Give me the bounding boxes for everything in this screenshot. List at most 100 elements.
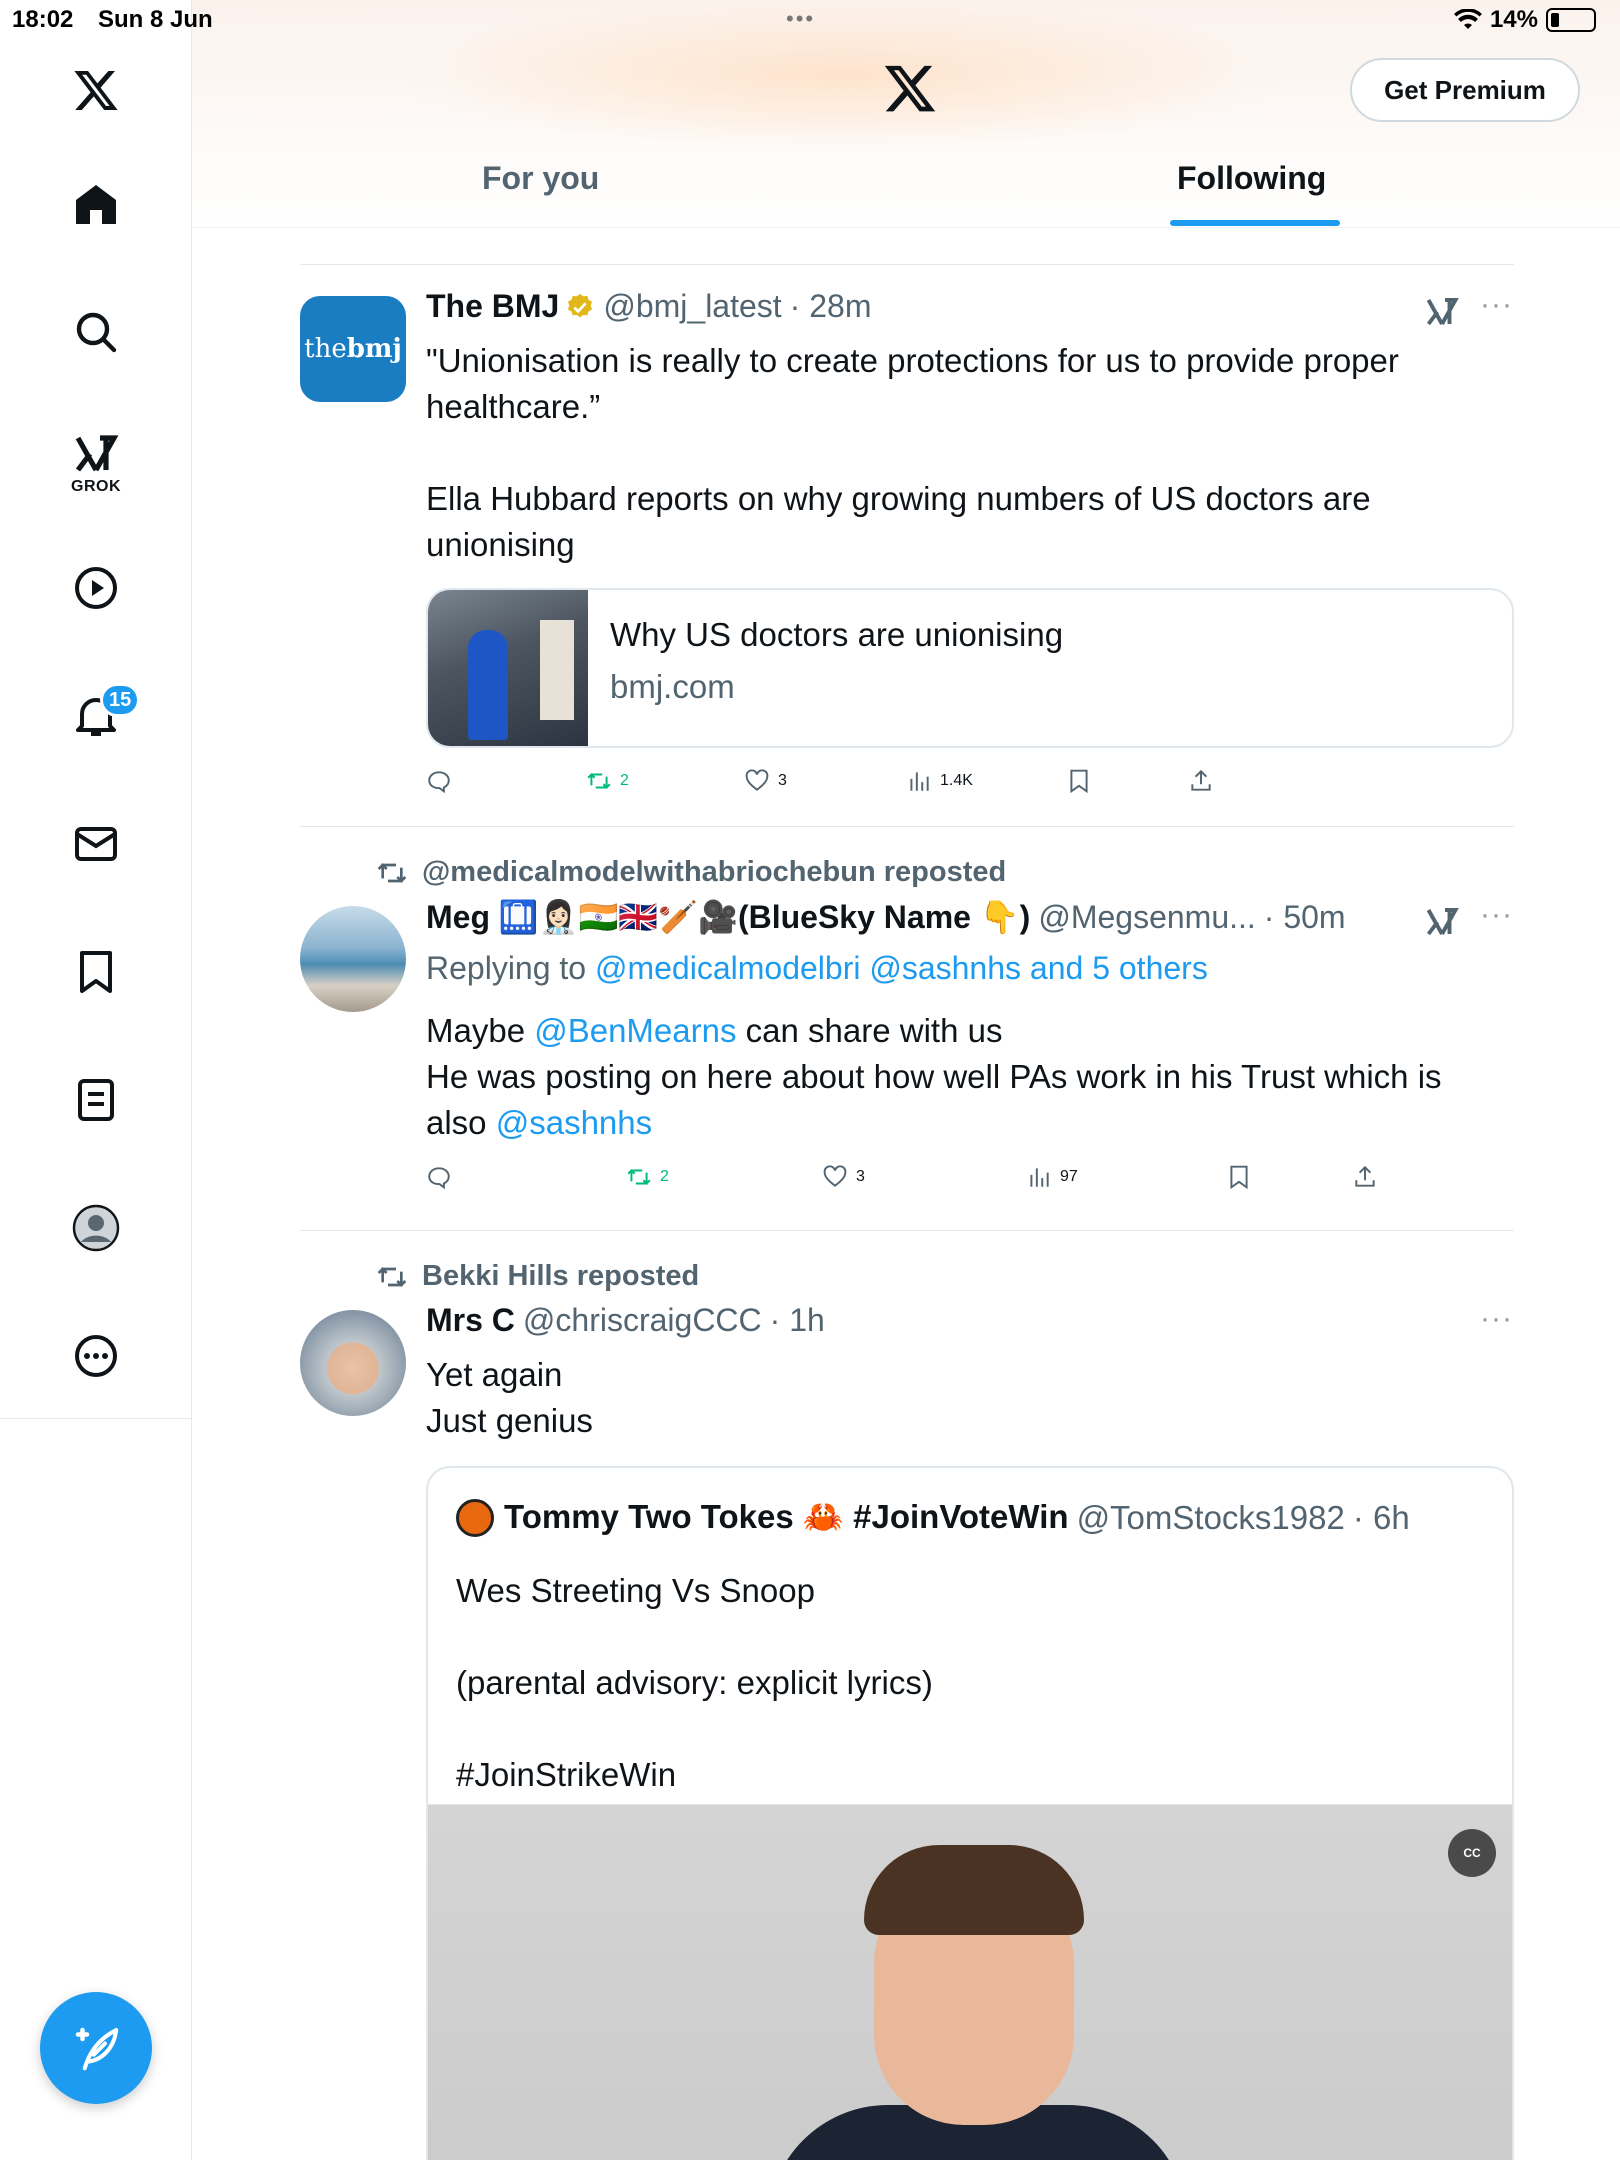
heart-icon: [745, 769, 769, 791]
video-person-hair: [864, 1845, 1084, 1935]
post-more-icon[interactable]: ···: [1480, 288, 1513, 322]
messages-icon[interactable]: [66, 814, 126, 874]
post-header: Mrs C @chriscraigCCC · 1h: [426, 1302, 825, 1339]
bookmark-icon: [1070, 769, 1088, 794]
avatar[interactable]: [300, 1310, 406, 1416]
video-player[interactable]: CC: [428, 1804, 1512, 2160]
repost-button[interactable]: 2: [586, 768, 629, 794]
share-icon: [1355, 1165, 1375, 1187]
views-icon: [910, 772, 929, 791]
avatar[interactable]: the bmj: [300, 296, 406, 402]
author-handle[interactable]: @bmj_latest: [603, 288, 781, 325]
post-time: · 1h: [769, 1302, 825, 1338]
post-more-icon[interactable]: ···: [1480, 1302, 1513, 1336]
bookmark-button[interactable]: [1066, 768, 1092, 794]
author-handle[interactable]: @chriscraigCCC: [523, 1302, 762, 1339]
avatar[interactable]: [300, 906, 406, 1012]
feed: the bmj The BMJ @bmj_latest · 28m ··· "Un…: [192, 228, 1620, 2160]
sidebar-divider: [0, 1418, 192, 1419]
quoted-post-text: Wes Streeting Vs Snoop (parental advisor…: [456, 1572, 933, 1793]
status-date: Sun 8 Jun: [98, 6, 213, 33]
bookmark-icon: [1230, 1165, 1248, 1190]
more-icon[interactable]: [66, 1326, 126, 1386]
author-name[interactable]: Mrs C: [426, 1302, 515, 1339]
replying-to: Replying to @medicalmodelbri @sashnhs an…: [426, 950, 1208, 987]
repost-count: 2: [660, 1168, 669, 1185]
captions-button[interactable]: CC: [1448, 1829, 1496, 1877]
mention-link[interactable]: @sashnhs: [496, 1104, 652, 1141]
battery-percent: 14%: [1489, 6, 1538, 33]
quoted-avatar[interactable]: [456, 1498, 494, 1537]
like-button[interactable]: 3: [744, 768, 787, 794]
repost-button[interactable]: 2: [626, 1164, 669, 1190]
multitasking-dots-icon[interactable]: •••: [786, 6, 815, 32]
get-premium-button[interactable]: Get Premium: [1350, 58, 1580, 122]
tab-following[interactable]: Following: [1177, 160, 1326, 197]
battery-icon: [1546, 8, 1596, 32]
tab-for-you[interactable]: For you: [482, 160, 599, 197]
like-button[interactable]: 3: [822, 1164, 865, 1190]
quoted-post[interactable]: Tommy Two Tokes 🦀 #JoinVoteWin @TomStock…: [426, 1466, 1514, 2160]
grok-icon[interactable]: [66, 424, 126, 484]
author-name[interactable]: Meg 🛄👩🏻‍⚕️🇮🇳🇬🇧🏏🎥(BlueSky Name 👇): [426, 898, 1030, 936]
reply-icon: [428, 1167, 450, 1190]
post-more-icon[interactable]: ···: [1480, 898, 1513, 932]
share-icon: [1191, 769, 1211, 791]
views-button[interactable]: 1.4K: [906, 768, 973, 794]
views-button[interactable]: 97: [1026, 1164, 1078, 1190]
author-name[interactable]: The BMJ: [426, 288, 559, 325]
quoted-post-time: · 6h: [1352, 1498, 1410, 1536]
profile-icon[interactable]: [66, 1198, 126, 1258]
reposted-by-text: @medicalmodelwithabriochebun reposted: [422, 856, 1007, 888]
link-card[interactable]: Why US doctors are unionising bmj.com: [426, 588, 1514, 748]
replying-to-users[interactable]: @medicalmodelbri @sashnhs and 5 others: [595, 950, 1208, 986]
avatar-text-light: the: [304, 334, 347, 364]
quoted-author-name[interactable]: Tommy Two Tokes 🦀 #JoinVoteWin: [504, 1498, 1069, 1537]
post-separator: [300, 826, 1514, 827]
grok-explain-icon[interactable]: [1424, 294, 1460, 330]
video-icon[interactable]: [66, 558, 126, 618]
quoted-author-handle[interactable]: @TomStocks1982: [1077, 1499, 1345, 1537]
image-sign: [540, 620, 574, 720]
post-separator: [300, 1230, 1514, 1231]
repost-indicator[interactable]: @medicalmodelwithabriochebun reposted: [376, 856, 1006, 889]
share-button[interactable]: [1352, 1164, 1378, 1190]
status-right: 14%: [1453, 6, 1596, 34]
post-text-part-1: Maybe: [426, 1012, 535, 1049]
mention-link[interactable]: @BenMearns: [534, 1012, 736, 1049]
home-icon[interactable]: [66, 174, 126, 234]
share-button[interactable]: [1188, 768, 1214, 794]
link-card-domain: bmj.com: [610, 668, 735, 705]
repost-icon: [627, 1169, 651, 1185]
bookmarks-icon[interactable]: [66, 942, 126, 1002]
status-bar: 18:02 Sun 8 Jun ••• 14%: [0, 0, 1620, 40]
post-header: The BMJ @bmj_latest · 28m: [426, 288, 871, 325]
view-count: 97: [1060, 1168, 1078, 1185]
link-card-image: [428, 590, 588, 746]
post-header: Meg 🛄👩🏻‍⚕️🇮🇳🇬🇧🏏🎥(BlueSky Name 👇) @Megsen…: [426, 898, 1346, 936]
post-actions: 2 3 97: [426, 1164, 1514, 1200]
image-figure: [468, 630, 508, 740]
lists-icon[interactable]: [66, 1070, 126, 1130]
quoted-post-header: Tommy Two Tokes 🦀 #JoinVoteWin @TomStock…: [456, 1498, 1410, 1537]
post-time: · 28m: [789, 288, 872, 324]
tab-active-indicator: [1170, 220, 1340, 226]
x-header-logo-icon[interactable]: [882, 60, 938, 116]
author-handle[interactable]: @Megsenmu...: [1038, 899, 1255, 936]
verified-badge-icon: [568, 293, 593, 317]
reply-button[interactable]: [426, 768, 452, 794]
bookmark-button[interactable]: [1226, 1164, 1252, 1190]
repost-indicator[interactable]: Bekki Hills reposted: [376, 1260, 699, 1293]
notifications-badge: 15: [100, 683, 141, 717]
repost-small-icon: [377, 1266, 407, 1287]
views-icon: [1030, 1168, 1049, 1187]
grok-explain-icon[interactable]: [1424, 904, 1460, 940]
heart-icon: [823, 1165, 847, 1187]
compose-button[interactable]: [40, 1992, 152, 2104]
x-logo-icon[interactable]: [66, 60, 126, 120]
sidebar: GROK 15: [0, 0, 192, 2160]
reposted-by-text: Bekki Hills reposted: [422, 1260, 700, 1292]
status-time: 18:02: [12, 6, 74, 33]
reply-button[interactable]: [426, 1164, 452, 1190]
search-icon[interactable]: [66, 302, 126, 362]
